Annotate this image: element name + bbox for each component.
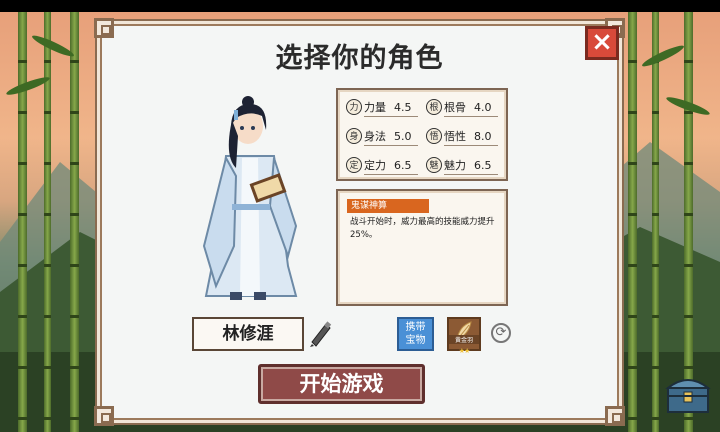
stat-comprehension: 悟 悟性 8.0 bbox=[426, 125, 498, 147]
frame-corner bbox=[94, 406, 114, 426]
close-button[interactable]: × bbox=[585, 26, 619, 60]
dialog-title: 选择你的角色 bbox=[275, 43, 444, 74]
item-label: 黄金羽 bbox=[449, 335, 479, 344]
stat-agility: 身 身法 5.0 bbox=[346, 125, 418, 147]
character-name: 林修涯 bbox=[192, 317, 304, 351]
stat-label: 悟性 bbox=[444, 130, 466, 143]
top-letterbox bbox=[0, 0, 720, 12]
start-game-button[interactable]: 开始游戏 bbox=[258, 364, 425, 404]
stat-label: 力量 bbox=[364, 101, 386, 114]
frame-corner bbox=[605, 406, 625, 426]
stat-label: 身法 bbox=[364, 130, 386, 143]
bamboo-stalk bbox=[44, 12, 51, 432]
agility-icon: 身 bbox=[346, 128, 362, 144]
stat-value: 5.0 bbox=[394, 129, 412, 143]
stat-charm: 魅 魅力 6.5 bbox=[426, 154, 498, 176]
refresh-icon[interactable]: ⟳ bbox=[491, 323, 511, 343]
golden-feather-item[interactable]: 黄金羽 ★★ bbox=[447, 317, 481, 355]
carry-treasure-button[interactable]: 携带 宝物 bbox=[397, 317, 434, 351]
strength-icon: 力 bbox=[346, 99, 362, 115]
constitution-icon: 根 bbox=[426, 99, 442, 115]
item-rarity-stars: ★★ bbox=[458, 347, 471, 355]
edit-name-pencil-icon[interactable] bbox=[308, 320, 332, 348]
stat-strength: 力 力量 4.5 bbox=[346, 96, 418, 118]
skill-name: 鬼谋神算 bbox=[347, 199, 429, 213]
attribute-panel: 力 力量 4.5 根 根骨 4.0 身 身法 5.0 悟 悟性 8.0 定 定力… bbox=[336, 88, 508, 181]
stat-value: 8.0 bbox=[474, 129, 492, 143]
bamboo-stalk bbox=[70, 12, 79, 432]
treasure-chest-icon[interactable] bbox=[664, 372, 712, 416]
bamboo-stalk bbox=[652, 12, 659, 432]
treasure-button-line1: 携带 bbox=[405, 322, 426, 333]
stat-value: 6.5 bbox=[474, 158, 492, 172]
frame-corner bbox=[94, 18, 114, 38]
character-portrait bbox=[202, 96, 298, 300]
bamboo-stalk bbox=[628, 12, 637, 432]
stat-label: 根骨 bbox=[444, 101, 466, 114]
bamboo-stalk bbox=[18, 12, 27, 432]
charm-icon: 魅 bbox=[426, 157, 442, 173]
stat-label: 魅力 bbox=[444, 159, 466, 172]
skill-panel: 鬼谋神算 战斗开始时，威力最高的技能威力提升25%。 bbox=[336, 189, 508, 306]
stat-focus: 定 定力 6.5 bbox=[346, 154, 418, 176]
stat-constitution: 根 根骨 4.0 bbox=[426, 96, 498, 118]
stat-value: 4.5 bbox=[394, 100, 412, 114]
close-icon: × bbox=[591, 27, 613, 57]
treasure-button-line2: 宝物 bbox=[405, 335, 426, 346]
focus-icon: 定 bbox=[346, 157, 362, 173]
stat-label: 定力 bbox=[364, 159, 386, 172]
comprehension-icon: 悟 bbox=[426, 128, 442, 144]
bamboo-stalk bbox=[684, 12, 693, 432]
stat-value: 4.0 bbox=[474, 100, 492, 114]
skill-description: 战斗开始时，威力最高的技能威力提升25%。 bbox=[350, 217, 495, 240]
stat-value: 6.5 bbox=[394, 158, 412, 172]
